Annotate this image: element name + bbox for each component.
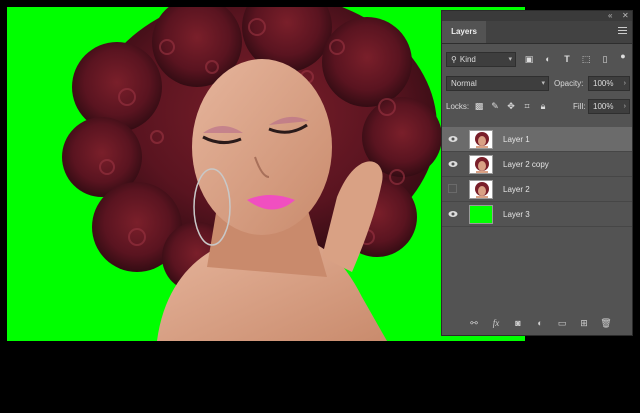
layer-name[interactable]: Layer 2 xyxy=(503,177,530,202)
opacity-label: Opacity: xyxy=(554,79,584,88)
lock-image-pixels-icon[interactable]: ✎ xyxy=(490,101,500,111)
eye-icon[interactable] xyxy=(448,159,458,169)
filter-type-icon[interactable]: T xyxy=(562,54,572,64)
filter-kind-dropdown[interactable]: ⚲ Kind ▾ xyxy=(446,52,516,67)
search-icon: ⚲ xyxy=(451,55,457,64)
layer-thumbnail xyxy=(469,205,493,224)
locks-row: Locks: ▩ ✎ ✥ ⌗ 🔒︎ Fill: 100% › xyxy=(442,98,632,115)
layer-thumbnail xyxy=(469,155,493,174)
filter-toggle-icon[interactable]: ● xyxy=(618,51,628,61)
fill-value: 100% xyxy=(593,102,614,111)
chevron-down-icon: ▾ xyxy=(541,80,545,87)
new-group-icon[interactable]: ▭ xyxy=(556,317,568,329)
blend-mode-value: Normal xyxy=(451,79,477,88)
close-panel-icon[interactable]: ✕ xyxy=(622,11,629,21)
opacity-input[interactable]: 100% › xyxy=(588,76,630,91)
fill-input[interactable]: 100% › xyxy=(588,99,630,114)
layer-row[interactable]: Layer 2 copy xyxy=(442,152,632,177)
chevron-right-icon: › xyxy=(623,103,626,110)
lock-position-icon[interactable]: ✥ xyxy=(506,101,516,111)
fill-label: Fill: xyxy=(573,102,586,111)
blend-row: Normal ▾ Opacity: 100% › xyxy=(442,75,632,92)
blend-mode-dropdown[interactable]: Normal ▾ xyxy=(446,76,549,91)
layer-style-fx-icon[interactable]: fx xyxy=(490,317,502,329)
eye-icon[interactable] xyxy=(448,134,458,144)
panel-tab-bar: Layers xyxy=(442,21,632,44)
new-layer-icon[interactable]: ⊞ xyxy=(578,317,590,329)
layer-name[interactable]: Layer 2 copy xyxy=(503,152,549,177)
eye-icon[interactable] xyxy=(448,209,458,219)
filter-kind-value: Kind xyxy=(459,55,476,64)
layer-thumbnail xyxy=(469,130,493,149)
tab-layers[interactable]: Layers xyxy=(442,21,486,43)
visibility-toggle-empty[interactable] xyxy=(448,184,457,193)
layer-name[interactable]: Layer 3 xyxy=(503,202,530,227)
filter-shape-icon[interactable]: ⬚ xyxy=(581,54,591,64)
lock-artboard-icon[interactable]: ⌗ xyxy=(522,101,532,111)
chevron-right-icon: › xyxy=(623,80,626,87)
layer-thumbnail xyxy=(469,180,493,199)
layer-row[interactable]: Layer 3 xyxy=(442,202,632,227)
layer-name[interactable]: Layer 1 xyxy=(503,127,530,152)
filter-pixel-icon[interactable]: ▣ xyxy=(524,54,534,64)
lock-all-icon[interactable]: 🔒︎ xyxy=(538,101,548,111)
panel-menu-icon[interactable] xyxy=(618,27,627,35)
layer-row[interactable]: Layer 1 xyxy=(442,127,632,152)
panel-title-bar: « ✕ xyxy=(442,11,632,21)
lock-transparent-pixels-icon[interactable]: ▩ xyxy=(474,101,484,111)
delete-layer-icon[interactable]: 🗑︎ xyxy=(600,317,612,329)
filter-row: ⚲ Kind ▾ ▣ ◐ T ⬚ ▯ ● xyxy=(442,51,632,68)
layers-bottom-toolbar: ⚯ fx ◙ ◐ ▭ ⊞ 🗑︎ xyxy=(442,311,632,335)
layers-panel: « ✕ Layers ⚲ Kind ▾ ▣ ◐ T ⬚ ▯ ● Normal ▾ … xyxy=(441,10,633,336)
link-layers-icon[interactable]: ⚯ xyxy=(468,317,480,329)
chevron-down-icon: ▾ xyxy=(508,56,512,63)
filter-smart-object-icon[interactable]: ▯ xyxy=(600,54,610,64)
opacity-value: 100% xyxy=(593,79,614,88)
add-mask-icon[interactable]: ◙ xyxy=(512,317,524,329)
adjustment-layer-icon[interactable]: ◐ xyxy=(534,317,546,329)
locks-label: Locks: xyxy=(446,102,470,111)
layer-row[interactable]: Layer 2 xyxy=(442,177,632,202)
filter-adjustment-icon[interactable]: ◐ xyxy=(543,54,553,64)
collapse-panel-icon[interactable]: « xyxy=(608,11,612,21)
layers-list: Layer 1 Layer 2 copy Layer 2 Layer 3 xyxy=(442,127,632,227)
